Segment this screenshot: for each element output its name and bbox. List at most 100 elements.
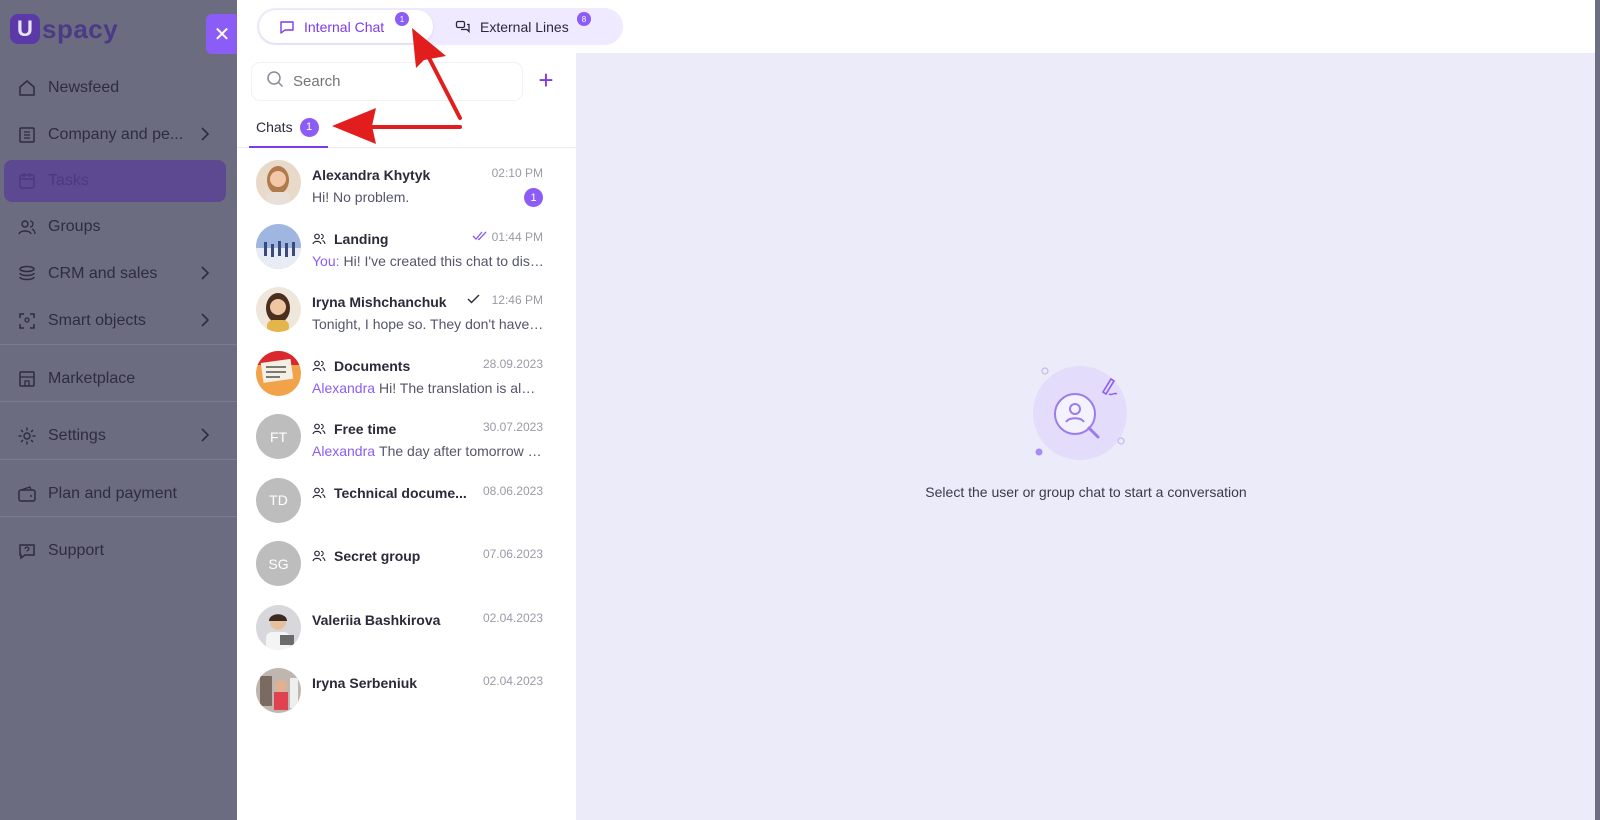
chat-preview: AlexandraHi! The translation is almost r… bbox=[312, 380, 546, 396]
search-box[interactable] bbox=[252, 63, 522, 100]
chat-time-text: 07.06.2023 bbox=[482, 547, 543, 561]
avatar bbox=[256, 668, 301, 713]
sidebar-item-label: Plan and payment bbox=[48, 485, 177, 502]
sidebar-item-label: Company and pe... bbox=[48, 126, 184, 143]
home-icon bbox=[16, 77, 38, 99]
chat-list-item[interactable]: Alexandra Khytyk 02:10 PM Hi! No problem. 1 bbox=[237, 160, 577, 224]
sidebar-item-gear[interactable]: Settings bbox=[4, 415, 226, 457]
chevron-right-icon bbox=[200, 312, 210, 333]
stack-icon bbox=[16, 263, 38, 285]
chevron-right-icon bbox=[200, 126, 210, 147]
chat-time-text: 02.04.2023 bbox=[482, 610, 543, 625]
avatar bbox=[256, 160, 301, 205]
search-user-illustration-icon bbox=[1025, 358, 1135, 468]
tab-chats-label: Chats bbox=[256, 119, 293, 135]
sidebar-item-stack[interactable]: CRM and sales bbox=[4, 253, 226, 295]
avatar: TD bbox=[256, 477, 301, 523]
chat-preview: You:Hi! I've created this chat to discus… bbox=[312, 253, 546, 269]
chat-name: Technical docume... bbox=[312, 485, 467, 501]
chat-time: 30.07.2023 bbox=[483, 420, 543, 434]
chat-bubble-icon bbox=[279, 19, 295, 35]
chat-list-item[interactable]: Documents 28.09.2023 Alexandra Hi! The tran… bbox=[237, 350, 577, 415]
sidebar-item-building[interactable]: Company and pe... bbox=[4, 114, 226, 156]
avatar bbox=[256, 287, 301, 332]
chat-list-item[interactable]: SG Secret group 07.06.2023 bbox=[237, 541, 577, 605]
internal-chat-badge: 1 bbox=[395, 12, 409, 26]
unread-badge: 1 bbox=[524, 188, 543, 207]
sidebar-item-label: Smart objects bbox=[48, 312, 146, 329]
sidebar-item-calendar[interactable]: Tasks bbox=[4, 160, 226, 202]
chat-time-text: 12:46 PM bbox=[491, 293, 543, 307]
tab-chats[interactable]: Chats 1 bbox=[249, 108, 328, 148]
chat-list-item[interactable]: FT Free time 30.07.2023 Alexandra The day af… bbox=[237, 414, 577, 478]
chevron-right-icon bbox=[200, 265, 210, 286]
chat-name: Documents bbox=[312, 358, 410, 374]
new-chat-button[interactable]: + bbox=[534, 67, 558, 93]
chat-list-item[interactable]: Landing 01:44 PM You: Hi! I've created this… bbox=[237, 223, 577, 288]
sidebar-divider bbox=[0, 459, 237, 460]
chat-name: Landing bbox=[312, 231, 388, 247]
chat-preview-sender: Alexandra bbox=[312, 443, 376, 459]
external-lines-badge: 8 bbox=[577, 12, 591, 26]
group-icon bbox=[312, 486, 326, 500]
double-check-icon bbox=[472, 230, 488, 244]
close-button[interactable]: ✕ bbox=[206, 14, 238, 54]
sidebar-item-wallet[interactable]: Plan and payment bbox=[4, 473, 226, 515]
chat-list-item[interactable]: TD Technical docume... 08.06.2023 bbox=[237, 477, 577, 542]
chat-time: 02.04.2023 bbox=[483, 611, 543, 625]
sidebar-item-store[interactable]: Marketplace bbox=[4, 358, 226, 400]
sidebar-item-label: Support bbox=[48, 542, 105, 559]
sidebar-item-label: Newsfeed bbox=[48, 79, 120, 96]
sidebar-item-scan[interactable]: Smart objects bbox=[4, 300, 226, 342]
search-input[interactable] bbox=[293, 73, 513, 90]
chat-name: Iryna Mishchanchuk bbox=[312, 294, 447, 310]
chat-time: 08.06.2023 bbox=[483, 484, 543, 498]
chat-name-text: Landing bbox=[334, 230, 389, 247]
sidebar-item-label: CRM and sales bbox=[48, 265, 158, 282]
chat-preview: AlexandraThe day after tomorrow we are g… bbox=[312, 443, 546, 459]
sidebar-divider bbox=[0, 344, 237, 345]
chat-panel: Internal Chat 1 External Lines 8 + Chats… bbox=[237, 0, 1595, 820]
avatar-initials: TD bbox=[269, 492, 288, 508]
chat-preview-text: Hi! I've created this chat to discuss th… bbox=[343, 252, 546, 269]
group-icon bbox=[312, 422, 326, 436]
tab-external-lines[interactable]: External Lines bbox=[433, 10, 621, 43]
chat-list-item[interactable]: Valeriia Bashkirova 02.04.2023 bbox=[237, 604, 577, 669]
chat-list-item[interactable]: Iryna Serbeniuk 02.04.2023 bbox=[237, 668, 577, 732]
chat-preview-sender: Alexandra bbox=[312, 379, 376, 396]
store-icon bbox=[16, 368, 38, 390]
chat-preview-text: Hi! No problem. bbox=[312, 189, 410, 205]
chat-time: 07.06.2023 bbox=[483, 547, 543, 561]
list-tabs: Chats 1 bbox=[237, 108, 577, 148]
chat-time-text: 08.06.2023 bbox=[482, 483, 543, 498]
chat-time-text: 01:44 PM bbox=[491, 229, 543, 244]
chat-name-text: Alexandra Khytyk bbox=[312, 167, 431, 183]
sidebar-item-users[interactable]: Groups bbox=[4, 206, 226, 248]
chat-time-text: 02:10 PM bbox=[491, 166, 543, 180]
brand-logo[interactable]: U spacy bbox=[10, 12, 118, 46]
chat-name: Iryna Serbeniuk bbox=[312, 675, 417, 691]
group-icon bbox=[312, 549, 326, 563]
chat-time: 02.04.2023 bbox=[483, 674, 543, 688]
chat-name-text: Iryna Serbeniuk bbox=[312, 675, 418, 691]
check-icon bbox=[467, 293, 480, 307]
sidebar-item-home[interactable]: Newsfeed bbox=[4, 67, 226, 109]
sidebar-item-label: Groups bbox=[48, 218, 101, 235]
chat-time-text: 30.07.2023 bbox=[482, 420, 543, 434]
chat-list-item[interactable]: Iryna Mishchanchuk 12:46 PM Tonight, I hop… bbox=[237, 287, 577, 351]
search-icon bbox=[266, 70, 284, 93]
sidebar-item-help[interactable]: Support bbox=[4, 530, 226, 572]
wallet-icon bbox=[16, 483, 38, 505]
chat-name-text: Free time bbox=[334, 421, 397, 437]
chevron-right-icon bbox=[200, 427, 210, 448]
chat-name: Alexandra Khytyk bbox=[312, 167, 430, 183]
chat-name-text: Technical docume... bbox=[334, 484, 467, 501]
chat-name-text: Documents bbox=[334, 357, 411, 374]
chat-preview-text: Hi! The translation is almost ready bbox=[379, 379, 546, 396]
avatar-initials: SG bbox=[268, 555, 289, 572]
avatar bbox=[256, 223, 301, 269]
chat-time: 02:10 PM bbox=[492, 166, 543, 180]
gear-icon bbox=[16, 425, 38, 447]
chats-icon bbox=[455, 19, 471, 35]
sidebar-divider bbox=[0, 516, 237, 517]
